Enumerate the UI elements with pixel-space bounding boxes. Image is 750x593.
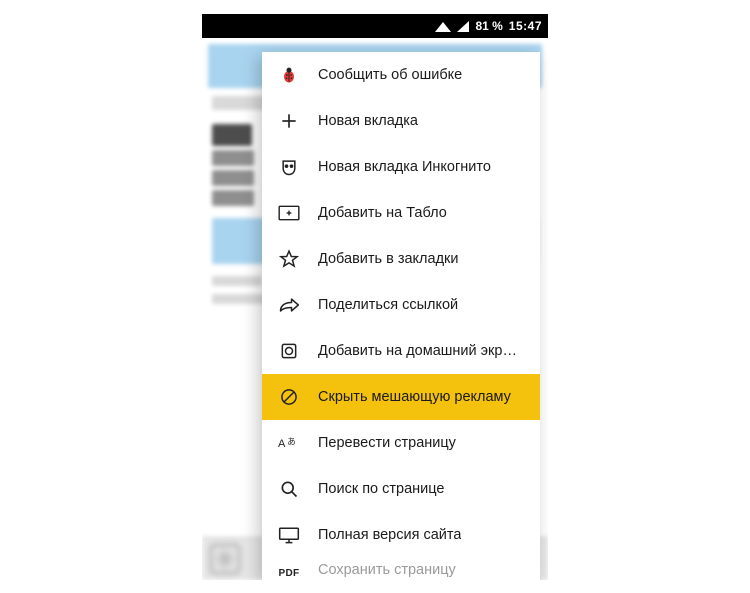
menu-item-label: Перевести страницу [318, 435, 456, 451]
wifi-icon [435, 22, 451, 32]
battery-text: 81 % [475, 19, 502, 33]
menu-item-incognito-tab[interactable]: Новая вкладка Инкогнито [262, 144, 540, 190]
phone-frame: 81 % 15:47 Сообщить о [202, 14, 548, 580]
star-icon [278, 248, 300, 270]
menu-item-hide-ads[interactable]: Скрыть мешающую рекламу [262, 374, 540, 420]
browser-menu: Сообщить об ошибке Новая вкладка Новая в… [262, 52, 540, 580]
search-icon [278, 478, 300, 500]
status-bar: 81 % 15:47 [202, 14, 548, 38]
desktop-icon [278, 524, 300, 546]
menu-item-label: Добавить на Табло [318, 205, 447, 221]
menu-item-label: Добавить в закладки [318, 251, 459, 267]
translate-icon: Aあ [278, 432, 300, 454]
menu-item-report-bug[interactable]: Сообщить об ошибке [262, 52, 540, 98]
menu-item-label: Полная версия сайта [318, 527, 461, 543]
menu-item-label: Поделиться ссылкой [318, 297, 458, 313]
menu-item-label: Поиск по странице [318, 481, 445, 497]
menu-item-label: Сообщить об ошибке [318, 67, 462, 83]
stage: 81 % 15:47 Сообщить о [0, 0, 750, 593]
incognito-icon [278, 156, 300, 178]
menu-item-add-dashboard[interactable]: Добавить на Табло [262, 190, 540, 236]
menu-item-save-page[interactable]: PDF Сохранить страницу [262, 558, 540, 580]
block-icon [278, 386, 300, 408]
bug-icon [278, 64, 300, 86]
menu-item-add-homescreen[interactable]: Добавить на домашний экр… [262, 328, 540, 374]
pdf-icon: PDF [278, 562, 300, 580]
menu-item-label: Добавить на домашний экр… [318, 343, 517, 359]
globe-icon[interactable] [210, 544, 240, 574]
svg-text:A: A [278, 438, 286, 450]
menu-item-label: Скрыть мешающую рекламу [318, 389, 511, 405]
menu-item-label: Новая вкладка [318, 113, 418, 129]
clock-text: 15:47 [509, 19, 542, 33]
homescreen-icon [278, 340, 300, 362]
plus-icon [278, 110, 300, 132]
menu-item-find[interactable]: Поиск по странице [262, 466, 540, 512]
signal-icon [457, 21, 469, 32]
menu-item-label: Сохранить страницу [318, 562, 456, 578]
svg-text:あ: あ [287, 437, 295, 447]
menu-item-bookmark[interactable]: Добавить в закладки [262, 236, 540, 282]
share-icon [278, 294, 300, 316]
menu-item-new-tab[interactable]: Новая вкладка [262, 98, 540, 144]
menu-item-share[interactable]: Поделиться ссылкой [262, 282, 540, 328]
menu-item-translate[interactable]: Aあ Перевести страницу [262, 420, 540, 466]
dashboard-icon [278, 202, 300, 224]
menu-item-desktop-site[interactable]: Полная версия сайта [262, 512, 540, 558]
menu-item-label: Новая вкладка Инкогнито [318, 159, 491, 175]
